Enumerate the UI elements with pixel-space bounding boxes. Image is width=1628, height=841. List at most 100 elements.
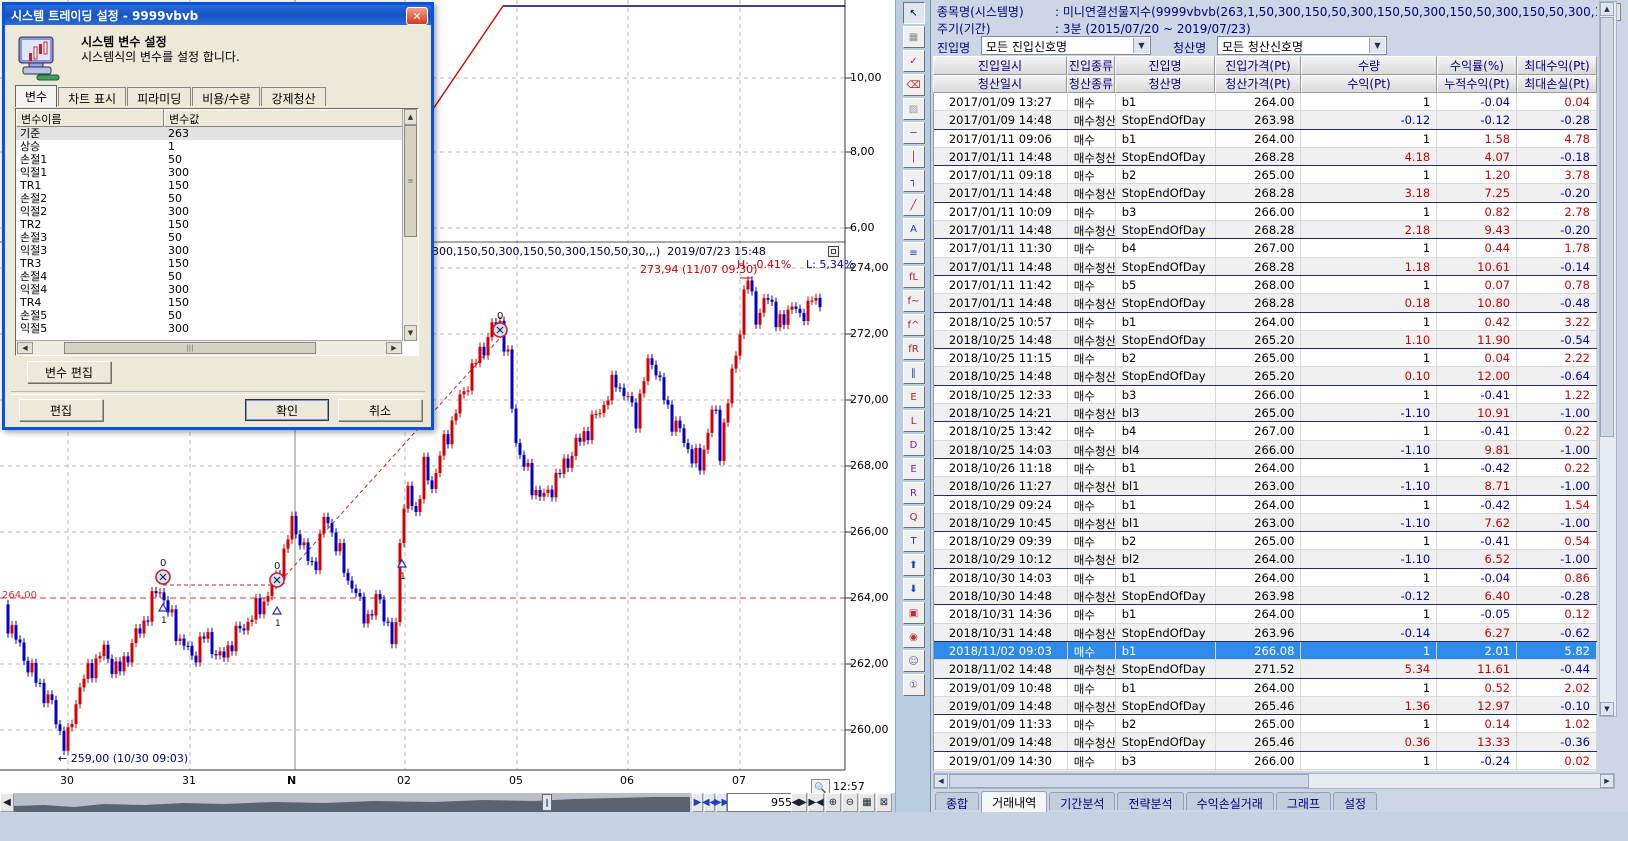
zoom-nav-button[interactable]: ⊕	[825, 793, 841, 812]
variable-row[interactable]: 기준263	[16, 127, 403, 140]
target-marker-icon[interactable]: ◉	[903, 626, 925, 648]
ok-button[interactable]: 확인	[245, 399, 329, 421]
variable-row[interactable]: 익절1300	[16, 166, 403, 179]
vscroll-thumb[interactable]	[1600, 17, 1614, 437]
scroll-up-icon[interactable]: ▲	[404, 109, 417, 125]
e-wave-icon[interactable]: E	[903, 458, 925, 480]
variable-row[interactable]: 익절4300	[16, 283, 403, 296]
quote-note-icon[interactable]: Q	[903, 506, 925, 528]
vertical-segment-icon[interactable]: │	[903, 146, 925, 168]
number-marker-icon[interactable]: ①	[903, 674, 925, 696]
elliott-wave-icon[interactable]: E	[903, 386, 925, 408]
horizontal-segment-icon[interactable]: ─	[903, 122, 925, 144]
dialog-tab-강제청산[interactable]: 강제청산	[261, 87, 325, 106]
table-row[interactable]: 2019/01/09 14:48매수청산StopEndOfDay	[934, 770, 1597, 771]
vscroll-thumb[interactable]: ≡	[404, 125, 417, 237]
table-row[interactable]: 2017/01/11 11:30매수b4267.0010.441.78	[934, 239, 1597, 257]
scroll-down-icon[interactable]: ▼	[404, 325, 417, 341]
table-row[interactable]: 2018/10/25 14:48매수청산StopEndOfDay265.200.…	[934, 367, 1597, 385]
column-header[interactable]: 청산명	[1115, 75, 1215, 94]
d-wave-icon[interactable]: D	[903, 434, 925, 456]
scroll-right-icon[interactable]: ▶	[1600, 774, 1614, 788]
table-hscrollbar[interactable]: ◀ ▶	[933, 773, 1615, 789]
variable-list-vscrollbar[interactable]: ▲ ≡ ▼	[402, 109, 418, 341]
table-row[interactable]: 2018/10/25 14:03매수청산bl4266.00-1.109.81-1…	[934, 441, 1597, 459]
r-wave-icon[interactable]: R	[903, 482, 925, 504]
column-variable-name[interactable]: 변수이름	[16, 109, 164, 127]
table-row[interactable]: 2018/10/25 14:21매수청산bl3265.00-1.1010.91-…	[934, 404, 1597, 422]
low-high-icon[interactable]: L	[903, 410, 925, 432]
variable-row[interactable]: TR4150	[16, 296, 403, 309]
variable-row[interactable]: 손절350	[16, 231, 403, 244]
table-row[interactable]: 2018/10/25 12:33매수b3266.001-0.411.22	[934, 386, 1597, 404]
table-row[interactable]: 2018/11/02 14:48매수청산StopEndOfDay271.525.…	[934, 660, 1597, 678]
fib-lines-icon[interactable]: fL	[903, 266, 925, 288]
variable-row[interactable]: TR1150	[16, 179, 403, 192]
erase-check-icon[interactable]: ✓	[903, 50, 925, 72]
arrow-up-marker-icon[interactable]: ⬆	[903, 554, 925, 576]
table-row[interactable]: 2019/01/09 14:48매수청산StopEndOfDay265.461.…	[934, 697, 1597, 715]
table-row[interactable]: 2017/01/11 14:48매수청산StopEndOfDay268.282.…	[934, 221, 1597, 239]
step-line-icon[interactable]: ┐	[903, 170, 925, 192]
table-row[interactable]: 2019/01/09 14:30매수b3266.001-0.240.02	[934, 752, 1597, 770]
erase-all-icon[interactable]: ⌫	[903, 74, 925, 96]
table-row[interactable]: 2017/01/11 10:09매수b3266.0010.822.78	[934, 203, 1597, 221]
table-row[interactable]: 2017/01/09 13:27매수b1264.001-0.040.04	[934, 93, 1597, 111]
column-header[interactable]: 최대손실(Pt)	[1517, 75, 1597, 94]
smiley-marker-icon[interactable]: ☺	[903, 650, 925, 672]
column-header[interactable]: 청산종류	[1067, 75, 1115, 94]
table-row[interactable]: 2018/11/02 09:03매수b1266.0812.015.82	[934, 642, 1597, 660]
table-row[interactable]: 2018/10/29 09:24매수b1264.001-0.421.54	[934, 496, 1597, 514]
chart-minimap[interactable]: ∥	[14, 793, 690, 812]
table-row[interactable]: 2018/10/29 09:39매수b2265.001-0.410.54	[934, 532, 1597, 550]
result-tab-종합[interactable]: 종합	[935, 792, 979, 810]
chevron-down-icon[interactable]: ▼	[1369, 38, 1385, 53]
table-row[interactable]: 2017/01/11 14:48매수청산StopEndOfDay268.284.…	[934, 148, 1597, 166]
parallel-lines-icon[interactable]: ≡	[903, 242, 925, 264]
zoom-nav-button[interactable]: ⊖	[842, 793, 858, 812]
dialog-titlebar[interactable]: 시스템 트레이딩 설정 - 9999vbvb	[5, 5, 431, 25]
scroll-left-icon[interactable]: ◀	[17, 342, 33, 354]
dialog-tab-피라미딩[interactable]: 피라미딩	[127, 87, 191, 106]
scroll-left-icon[interactable]: ◀	[934, 774, 948, 788]
crosshair-chart-icon[interactable]: ▦	[903, 26, 925, 48]
table-row[interactable]: 2018/10/29 10:45매수청산bl1263.00-1.107.62-1…	[934, 514, 1597, 532]
table-row[interactable]: 2018/10/31 14:48매수청산StopEndOfDay263.96-0…	[934, 624, 1597, 642]
table-row[interactable]: 2018/10/26 11:18매수b1264.001-0.420.22	[934, 459, 1597, 477]
table-row[interactable]: 2017/01/09 14:48매수청산StopEndOfDay263.98-0…	[934, 111, 1597, 129]
result-tab-전략분석[interactable]: 전략분석	[1117, 792, 1183, 810]
variable-row[interactable]: TR2150	[16, 218, 403, 231]
table-row[interactable]: 2017/01/11 09:18매수b2265.0011.203.78	[934, 166, 1597, 184]
table-row[interactable]: 2018/10/30 14:48매수청산StopEndOfDay263.98-0…	[934, 587, 1597, 605]
table-row[interactable]: 2018/10/25 11:15매수b2265.0010.042.22	[934, 349, 1597, 367]
channel-icon[interactable]: ∥	[903, 362, 925, 384]
result-tab-설정[interactable]: 설정	[1333, 792, 1377, 810]
table-row[interactable]: 2019/01/09 11:33매수b2265.0010.141.02	[934, 715, 1597, 733]
column-header[interactable]: 진입일시	[933, 56, 1067, 75]
variable-row[interactable]: 익절2300	[16, 205, 403, 218]
trend-line-icon[interactable]: ╱	[903, 194, 925, 216]
edit-variables-button[interactable]: 변수 편집	[27, 361, 111, 383]
variable-row[interactable]: 익절5300	[16, 322, 403, 335]
table-row[interactable]: 2017/01/11 11:42매수b5268.0010.070.78	[934, 276, 1597, 294]
zoom-nav-button[interactable]: ⊠	[876, 793, 892, 812]
variable-row[interactable]: TR3150	[16, 257, 403, 270]
fib-curve-icon[interactable]: f~	[903, 290, 925, 312]
result-tab-수익손실거래[interactable]: 수익손실거래	[1186, 792, 1274, 810]
table-row[interactable]: 2018/10/25 10:57매수b1264.0010.423.22	[934, 313, 1597, 331]
table-row[interactable]: 2017/01/11 14:48매수청산StopEndOfDay268.280.…	[934, 294, 1597, 312]
result-tab-그래프[interactable]: 그래프	[1276, 792, 1331, 810]
text-annotation-icon[interactable]: A	[903, 218, 925, 240]
table-row[interactable]: 2017/01/11 09:06매수b1264.0011.584.78	[934, 130, 1597, 148]
table-row[interactable]: 2018/10/29 10:12매수청산bl2264.00-1.106.52-1…	[934, 550, 1597, 568]
variable-row[interactable]: 손절450	[16, 270, 403, 283]
entry-signal-select[interactable]: 모든 진입신호명 ▼	[981, 36, 1151, 55]
result-tab-거래내역[interactable]: 거래내역	[981, 791, 1047, 812]
edit-button[interactable]: 편집	[19, 399, 103, 421]
table-row[interactable]: 2019/01/09 10:48매수b1264.0010.522.02	[934, 679, 1597, 697]
pane-restore-icon[interactable]	[828, 246, 839, 257]
scroll-down-icon[interactable]: ▼	[1600, 702, 1614, 716]
minimap-handle[interactable]: ∥	[542, 794, 552, 811]
dialog-tab-비용/수량[interactable]: 비용/수량	[192, 87, 260, 106]
column-variable-value[interactable]: 변수값	[164, 109, 403, 127]
